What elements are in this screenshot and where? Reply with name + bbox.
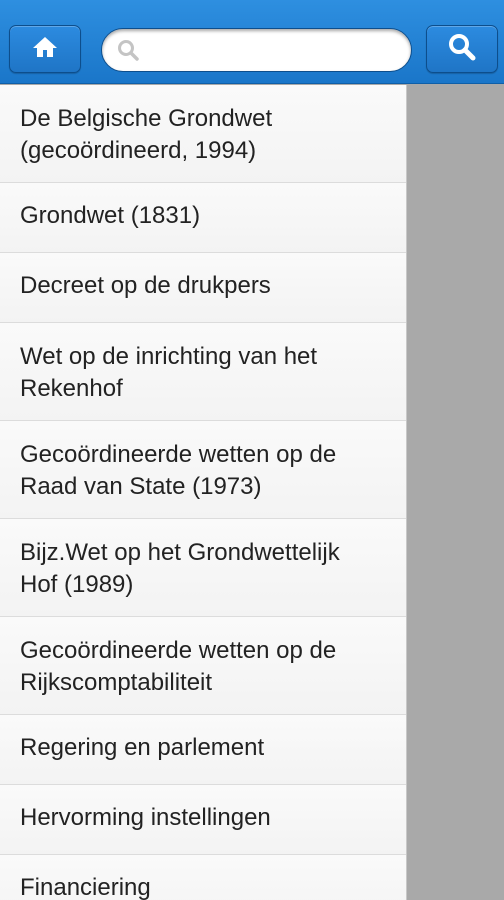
top-toolbar [0, 0, 504, 84]
list-item-label: Gecoördineerde wetten op de Rijkscomptab… [20, 637, 337, 696]
list-item[interactable]: Grondwet (1831) [0, 183, 406, 253]
list-item[interactable]: Bijz.Wet op het Grondwettelijk Hof (1989… [0, 519, 406, 617]
search-field-magnifier-icon [116, 37, 140, 63]
list-item[interactable]: Gecoördineerde wetten op de Raad van Sta… [0, 421, 406, 519]
search-icon [447, 32, 477, 67]
list-item-label: Hervorming instellingen [20, 804, 271, 831]
list-item-label: Bijz.Wet op het Grondwettelijk Hof (1989… [20, 539, 340, 598]
law-list: De Belgische Grondwet (gecoördineerd, 19… [0, 85, 407, 900]
list-item[interactable]: Hervorming instellingen [0, 785, 406, 855]
list-item-label: Financiering [20, 874, 151, 900]
search-field[interactable] [101, 28, 421, 72]
list-item-label: Regering en parlement [20, 734, 265, 761]
search-button[interactable] [426, 25, 498, 73]
list-item[interactable]: Regering en parlement [0, 715, 406, 785]
list-item[interactable]: Gecoördineerde wetten op de Rijkscomptab… [0, 617, 406, 715]
home-button[interactable] [9, 25, 81, 73]
list-item-label: Grondwet (1831) [20, 202, 201, 229]
search-input[interactable] [140, 29, 421, 71]
list-item-label: Wet op de inrichting van het Rekenhof [20, 343, 318, 402]
list-item-label: De Belgische Grondwet (gecoördineerd, 19… [20, 105, 273, 164]
list-item[interactable]: De Belgische Grondwet (gecoördineerd, 19… [0, 85, 406, 183]
list-item-label: Decreet op de drukpers [20, 272, 271, 299]
list-item[interactable]: Decreet op de drukpers [0, 253, 406, 323]
list-item[interactable]: Financiering [0, 855, 406, 900]
home-icon [32, 35, 58, 64]
list-item[interactable]: Wet op de inrichting van het Rekenhof [0, 323, 406, 421]
list-item-label: Gecoördineerde wetten op de Raad van Sta… [20, 441, 337, 500]
dimmed-overlay[interactable] [407, 85, 504, 900]
